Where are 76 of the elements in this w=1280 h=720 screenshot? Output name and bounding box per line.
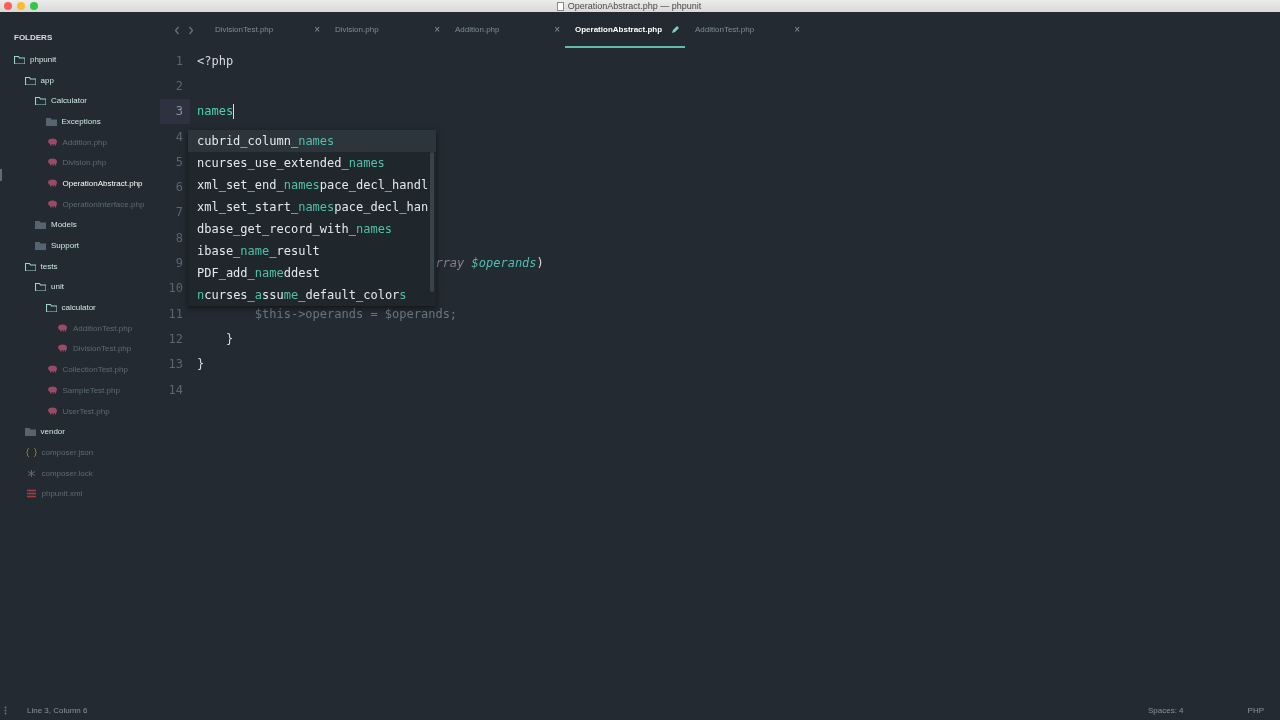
- folder-item[interactable]: vendor: [40, 427, 65, 437]
- elephant-icon: [57, 344, 68, 354]
- text-cursor: [233, 103, 235, 119]
- elephant-icon: [46, 199, 58, 209]
- file-item[interactable]: DivisionTest.php: [73, 344, 132, 354]
- elephant-icon: [46, 406, 58, 416]
- elephant-icon: [46, 385, 58, 395]
- cursor-position: Line 3, Column 6: [27, 705, 88, 715]
- folder-item[interactable]: unit: [51, 282, 64, 292]
- line-number: 11: [167, 305, 184, 323]
- code-text: $operands: [471, 256, 537, 270]
- line-number: 13: [167, 356, 184, 374]
- line-number: 5: [174, 153, 184, 171]
- elephant-icon: [46, 137, 58, 147]
- line-number: 14: [167, 381, 184, 399]
- folder-item[interactable]: Exceptions: [61, 116, 101, 126]
- folder-item[interactable]: tests: [40, 261, 58, 271]
- sidebar-header: FOLDERS: [14, 33, 53, 42]
- close-tab-button[interactable]: ×: [554, 23, 560, 35]
- editor-tab[interactable]: AdditionTest.php ×: [685, 12, 805, 48]
- elephant-icon: [46, 365, 58, 375]
- editor-tab[interactable]: Addition.php ×: [445, 12, 565, 48]
- close-button[interactable]: [4, 2, 12, 10]
- close-tab-button[interactable]: ×: [434, 23, 440, 35]
- completion-item[interactable]: ncurses_assume_default_colors: [188, 284, 430, 306]
- line-number: 7: [174, 204, 184, 222]
- line-number: 8: [174, 229, 184, 247]
- code-text: <?php: [197, 53, 234, 68]
- completion-item[interactable]: ibase_name_result: [188, 240, 430, 262]
- folder-item[interactable]: app: [40, 75, 54, 85]
- asterisk-icon: [25, 468, 37, 478]
- code-text: }: [225, 331, 234, 346]
- file-item[interactable]: AdditionTest.php: [73, 323, 133, 333]
- elephant-icon: [46, 178, 58, 188]
- file-icon: [556, 1, 564, 11]
- completion-item[interactable]: ncurses_use_extended_names: [188, 152, 430, 174]
- completion-item[interactable]: dbase_get_record_with_names: [188, 218, 430, 240]
- line-number: 6: [174, 179, 184, 197]
- elephant-icon: [46, 158, 58, 168]
- braces-icon: [25, 447, 37, 457]
- syntax-setting[interactable]: PHP: [1247, 705, 1264, 715]
- completion-item[interactable]: PDF_add_nameddest: [188, 262, 430, 284]
- minimize-button[interactable]: [17, 2, 25, 10]
- close-tab-button[interactable]: ×: [794, 23, 800, 35]
- folder-item[interactable]: Models: [51, 220, 77, 230]
- file-item[interactable]: phpunit.xml: [41, 489, 83, 499]
- code-text: $this->operands = $operands;: [254, 306, 458, 321]
- folder-item[interactable]: Support: [51, 241, 80, 251]
- line-number: 1: [174, 52, 184, 70]
- line-number: 3: [160, 98, 190, 124]
- indentation-setting[interactable]: Spaces: 4: [1147, 705, 1184, 715]
- editor-tab[interactable]: DivisionTest.php ×: [205, 12, 325, 48]
- code-text: rray: [435, 256, 465, 270]
- folder-item[interactable]: phpunit: [30, 54, 57, 64]
- window-title: OperationAbstract.php — phpunit: [567, 1, 702, 11]
- striped-file-icon: [25, 489, 37, 499]
- line-number: 9: [174, 255, 184, 272]
- file-item[interactable]: OperationAbstract.php: [62, 178, 143, 188]
- line-number: 2: [174, 77, 184, 95]
- completion-item[interactable]: xml_set_end_namespace_decl_handl: [188, 174, 430, 196]
- panel-toggle-icon[interactable]: [4, 705, 7, 715]
- folder-item[interactable]: Calculator: [51, 96, 87, 106]
- completion-item[interactable]: cubrid_column_names: [188, 130, 436, 152]
- zoom-button[interactable]: [30, 2, 38, 10]
- completion-item[interactable]: xml_set_start_namespace_decl_han: [188, 196, 430, 218]
- close-tab-button[interactable]: ×: [314, 23, 320, 35]
- editor-tab[interactable]: Division.php ×: [325, 12, 445, 48]
- line-number: 10: [167, 280, 184, 298]
- folder-item[interactable]: calculator: [61, 303, 96, 313]
- elephant-icon: [57, 323, 68, 333]
- file-item[interactable]: Addition.php: [62, 137, 107, 147]
- code-text: ): [536, 256, 544, 270]
- code-text: names: [197, 104, 234, 119]
- line-number: 4: [174, 128, 184, 146]
- code-text: }: [197, 357, 205, 372]
- line-number: 12: [167, 330, 184, 348]
